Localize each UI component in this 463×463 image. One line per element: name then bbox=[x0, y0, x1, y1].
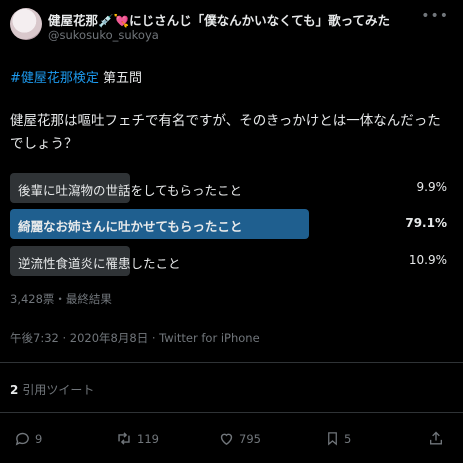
author-display-name[interactable]: 健屋花那💉💘にじさんじ「僕なんかいなくても」歌ってみた bbox=[48, 10, 390, 29]
avatar[interactable] bbox=[10, 8, 42, 40]
reply-icon bbox=[15, 432, 29, 446]
bookmark-count: 5 bbox=[344, 431, 352, 446]
bookmark-icon bbox=[328, 432, 337, 446]
tweet-text: 健屋花那は嘔吐フェチで有名ですが、そのきっかけとは一体なんだったでしょう？ bbox=[10, 113, 441, 152]
tweet-timestamp[interactable]: 午後7:32 · 2020年8月8日 · Twitter for iPhone bbox=[10, 330, 260, 346]
poll-option-label: 逆流性食道炎に罹患したこと bbox=[18, 256, 181, 271]
tweet-tagline: #健屋花那検定 第五問 bbox=[10, 67, 142, 86]
hashtag-link[interactable]: #健屋花那検定 bbox=[10, 71, 99, 86]
divider bbox=[0, 362, 463, 363]
quote-count: 2 bbox=[10, 383, 19, 397]
tagline-suffix: 第五問 bbox=[98, 71, 143, 86]
share-button[interactable] bbox=[428, 430, 444, 447]
reply-button[interactable]: 9 bbox=[14, 430, 42, 447]
quote-tweets-link[interactable]: 2 引用ツイート bbox=[10, 381, 94, 398]
heart-icon bbox=[220, 433, 233, 446]
like-count: 795 bbox=[239, 431, 261, 446]
poll-option-percent: 79.1% bbox=[405, 216, 447, 230]
reply-count: 9 bbox=[35, 431, 43, 446]
more-options-icon[interactable]: ••• bbox=[421, 8, 449, 24]
divider bbox=[0, 412, 463, 413]
retweet-count: 119 bbox=[137, 431, 159, 446]
poll-summary: 3,428票・最終結果 bbox=[10, 292, 112, 306]
quote-label: 引用ツイート bbox=[22, 383, 95, 397]
poll-option-percent: 10.9% bbox=[408, 253, 447, 267]
retweet-button[interactable]: 119 bbox=[115, 430, 159, 447]
bookmark-button[interactable]: 5 bbox=[325, 430, 351, 447]
poll-option: 後輩に吐瀉物の世話をしてもらったこと bbox=[10, 173, 450, 203]
poll-option-label: 綺麗なお姉さんに吐かせてもらったこと bbox=[18, 219, 243, 234]
poll-option-percent: 9.9% bbox=[416, 180, 448, 194]
poll-option: 逆流性食道炎に罹患したこと bbox=[10, 246, 450, 276]
like-button[interactable]: 795 bbox=[218, 430, 261, 447]
author-handle[interactable]: @sukosuko_sukoya bbox=[48, 28, 159, 42]
poll-option-label: 後輩に吐瀉物の世話をしてもらったこと bbox=[18, 183, 243, 198]
retweet-icon bbox=[118, 432, 130, 445]
poll-option: 綺麗なお姉さんに吐かせてもらったこと bbox=[10, 209, 450, 239]
share-icon bbox=[430, 431, 442, 445]
